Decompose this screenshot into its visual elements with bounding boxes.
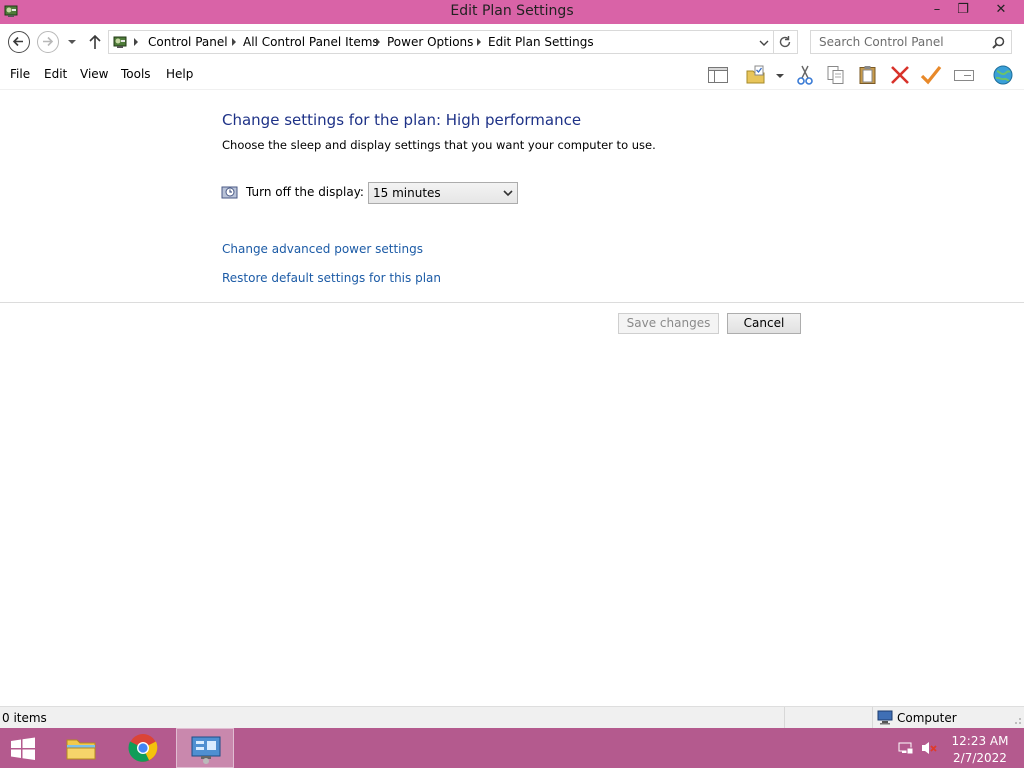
- page-title: Change settings for the plan: High perfo…: [222, 111, 582, 129]
- breadcrumb-separator-icon[interactable]: [477, 38, 481, 46]
- resize-grip-icon[interactable]: [1014, 717, 1022, 725]
- delete-button[interactable]: [887, 63, 913, 87]
- address-dropdown-chevron-icon[interactable]: [759, 38, 769, 48]
- breadcrumb-control-panel[interactable]: Control Panel: [148, 35, 228, 49]
- taskbar-control-panel[interactable]: [176, 728, 234, 768]
- copy-icon: [827, 66, 844, 84]
- menu-bar: File Edit View Tools Help: [0, 60, 1024, 90]
- delete-icon: [891, 66, 909, 84]
- monitor-clock-icon: [221, 186, 238, 199]
- search-box[interactable]: [810, 30, 1012, 54]
- address-bar[interactable]: Control Panel All Control Panel Items Po…: [108, 30, 774, 54]
- recent-locations-chevron-icon[interactable]: [66, 36, 78, 48]
- title-bar: Edit Plan Settings – ❐ ✕: [0, 0, 1024, 24]
- computer-icon: [877, 710, 893, 725]
- forward-button[interactable]: [37, 31, 59, 53]
- menu-edit[interactable]: Edit: [44, 67, 67, 81]
- refresh-icon: [779, 36, 791, 48]
- display-timeout-select[interactable]: 15 minutes: [368, 182, 518, 204]
- rename-button[interactable]: [951, 63, 977, 87]
- folder-options-button[interactable]: [743, 63, 769, 87]
- control-panel-icon: [191, 736, 221, 764]
- close-button[interactable]: ✕: [978, 0, 1024, 22]
- taskbar-chrome[interactable]: [114, 728, 172, 768]
- breadcrumb-edit-plan-settings[interactable]: Edit Plan Settings: [488, 35, 594, 49]
- volume-muted-icon[interactable]: [921, 740, 937, 756]
- page-description: Choose the sleep and display settings th…: [222, 138, 656, 152]
- breadcrumb-power-options[interactable]: Power Options: [387, 35, 473, 49]
- globe-button[interactable]: [990, 63, 1016, 87]
- location-label: Computer: [897, 711, 957, 725]
- clock-date[interactable]: 2/7/2022: [940, 751, 1020, 765]
- paste-button[interactable]: [855, 63, 881, 87]
- properties-check-icon: [920, 66, 942, 85]
- breadcrumb-separator-icon[interactable]: [134, 38, 138, 46]
- properties-button[interactable]: [918, 63, 944, 87]
- display-timeout-label: Turn off the display:: [246, 185, 364, 199]
- divider: [0, 302, 1024, 303]
- network-icon[interactable]: [898, 740, 914, 756]
- globe-icon: [993, 65, 1013, 85]
- copy-button[interactable]: [823, 63, 849, 87]
- save-changes-button[interactable]: Save changes: [618, 313, 719, 334]
- cancel-button[interactable]: Cancel: [727, 313, 801, 334]
- taskbar: [0, 728, 1024, 768]
- status-divider: [784, 707, 785, 729]
- folder-options-icon: [746, 65, 765, 84]
- menu-file[interactable]: File: [10, 67, 30, 81]
- menu-help[interactable]: Help: [166, 67, 193, 81]
- cut-button[interactable]: [792, 63, 818, 87]
- breadcrumb-separator-icon[interactable]: [376, 38, 380, 46]
- breadcrumb-separator-icon[interactable]: [232, 38, 236, 46]
- rename-icon: [954, 70, 974, 81]
- navigation-bar: Control Panel All Control Panel Items Po…: [0, 24, 1024, 60]
- item-count: 0 items: [2, 711, 47, 725]
- clock-time[interactable]: 12:23 AM: [940, 734, 1020, 748]
- layout-pane-icon: [708, 67, 728, 83]
- forward-arrow-icon: [43, 36, 54, 47]
- search-input[interactable]: [819, 34, 989, 50]
- minimize-button[interactable]: –: [924, 0, 950, 22]
- back-button[interactable]: [8, 31, 30, 53]
- windows-start-icon[interactable]: [8, 736, 38, 762]
- chevron-down-icon: [503, 190, 513, 197]
- up-arrow-icon[interactable]: [87, 33, 103, 51]
- status-bar: 0 items Computer: [0, 706, 1024, 729]
- restore-defaults-link[interactable]: Restore default settings for this plan: [222, 271, 441, 285]
- chrome-icon: [128, 734, 158, 762]
- layout-pane-button[interactable]: [705, 63, 731, 87]
- window-title: Edit Plan Settings: [450, 3, 574, 19]
- paste-icon: [859, 66, 876, 84]
- taskbar-file-explorer[interactable]: [52, 728, 110, 768]
- cut-icon: [797, 65, 813, 85]
- status-divider: [872, 707, 873, 729]
- advanced-power-settings-link[interactable]: Change advanced power settings: [222, 242, 423, 256]
- folder-options-chevron-icon[interactable]: [775, 73, 785, 79]
- display-timeout-value: 15 minutes: [373, 186, 441, 200]
- menu-view[interactable]: View: [80, 67, 108, 81]
- back-arrow-icon: [12, 36, 23, 47]
- control-panel-icon: [113, 36, 127, 48]
- refresh-button[interactable]: [774, 30, 798, 54]
- menu-tools[interactable]: Tools: [121, 67, 151, 81]
- restore-button[interactable]: ❐: [950, 0, 976, 22]
- folder-icon: [66, 739, 96, 760]
- breadcrumb-all-items[interactable]: All Control Panel Items: [243, 35, 379, 49]
- search-icon[interactable]: [992, 36, 1005, 49]
